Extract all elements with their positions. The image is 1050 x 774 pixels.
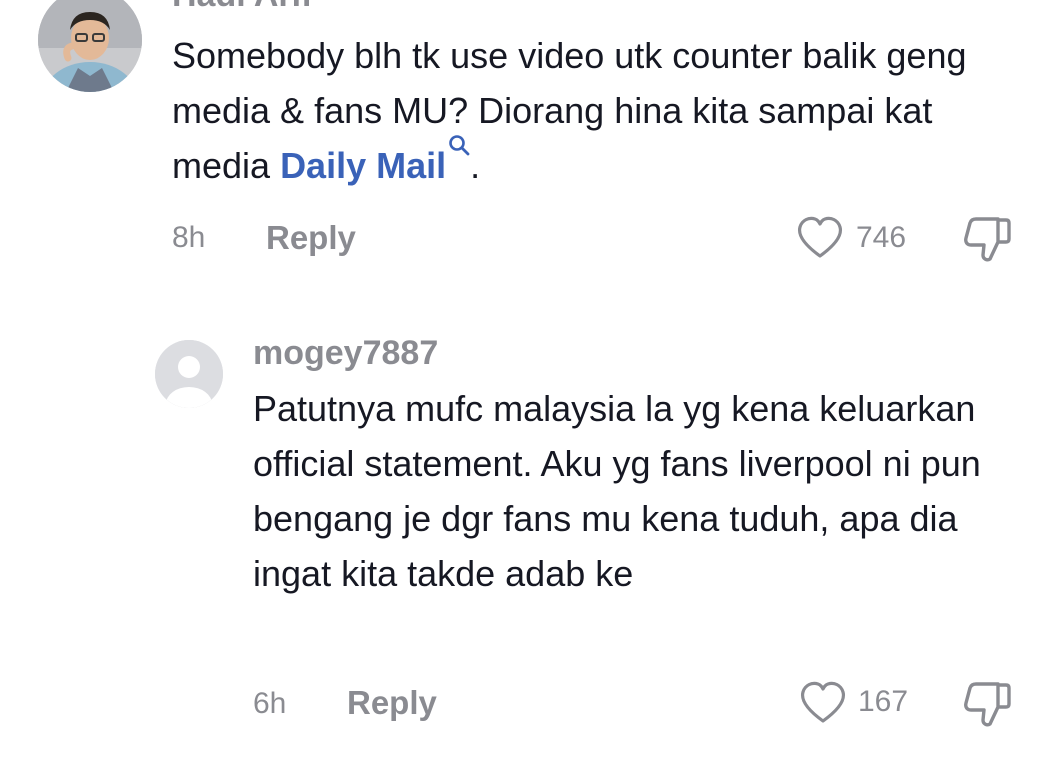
like-count: 746: [856, 221, 907, 254]
avatar[interactable]: [38, 0, 142, 92]
comment-time: 6h: [253, 687, 287, 720]
search-link-label: Daily Mail: [280, 145, 447, 186]
avatar-photo-image: [38, 0, 142, 92]
comment-username[interactable]: Hadi Arif: [172, 0, 312, 15]
thumbs-down-outline-icon[interactable]: [962, 679, 1014, 734]
avatar[interactable]: [155, 340, 223, 408]
like-count: 167: [858, 685, 909, 718]
heart-outline-icon[interactable]: [796, 216, 844, 265]
reply-button[interactable]: Reply: [347, 684, 437, 722]
comment-username[interactable]: mogey7887: [253, 334, 438, 373]
default-avatar-icon: [155, 340, 223, 408]
comment-text: Patutnya mufc malaysia la yg kena keluar…: [253, 388, 981, 594]
search-icon: [448, 116, 470, 171]
comment-text: Somebody blh tk use video utk counter ba…: [172, 28, 1012, 193]
comment-text-part: .: [470, 145, 481, 186]
heart-outline-icon[interactable]: [799, 681, 847, 730]
reply-button[interactable]: Reply: [266, 219, 356, 257]
comment-time: 8h: [172, 221, 206, 254]
search-link[interactable]: Daily Mail: [280, 135, 470, 186]
thumbs-down-outline-icon[interactable]: [962, 214, 1014, 269]
